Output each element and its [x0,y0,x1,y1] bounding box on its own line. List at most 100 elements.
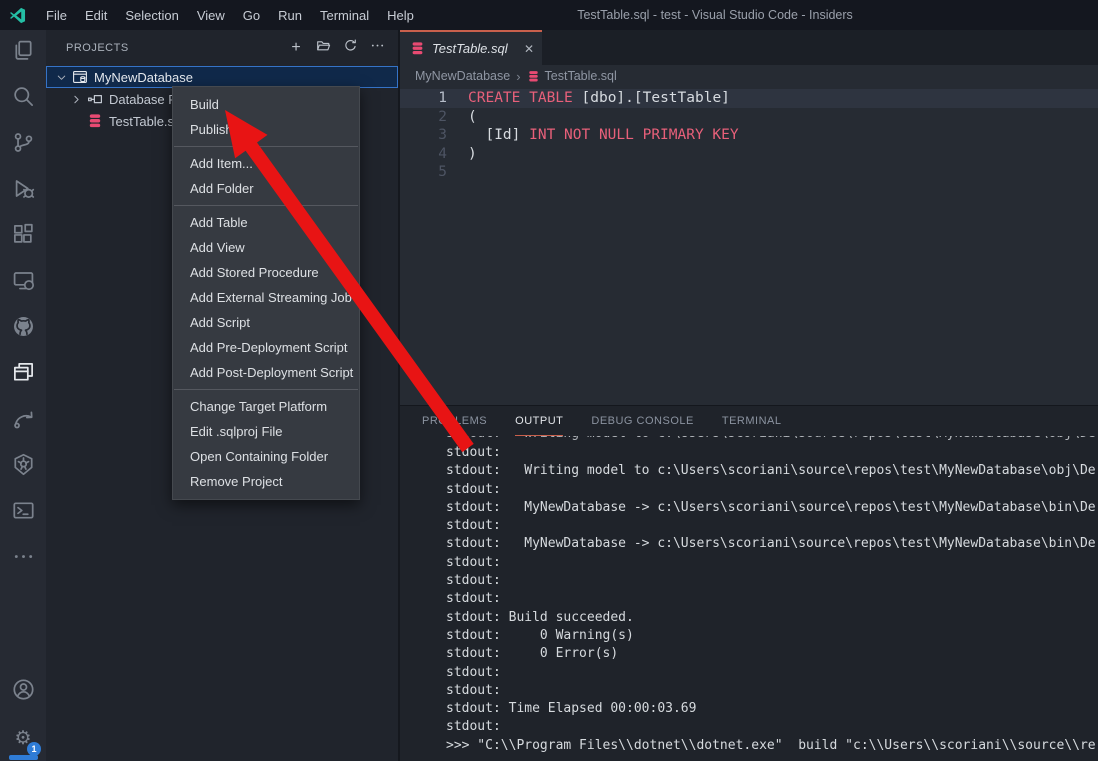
output-line: stdout: MyNewDatabase -> c:\Users\scoria… [446,535,1098,553]
chevron-right-icon[interactable] [68,93,84,106]
activity-connections[interactable] [0,398,46,444]
refresh-button[interactable] [339,37,361,59]
menu-bar: FileEditSelectionViewGoRunTerminalHelp [37,0,423,30]
breadcrumb-item-2[interactable]: TestTable.sql [527,69,617,83]
context-menu-separator [174,205,358,206]
menubar-item-go[interactable]: Go [234,0,269,30]
menubar-item-terminal[interactable]: Terminal [311,0,378,30]
context-menu-item-open-containing-folder[interactable]: Open Containing Folder [173,444,359,469]
context-menu-item-publish[interactable]: Publish [173,117,359,142]
activity-database-projects[interactable] [0,352,46,398]
output-line: stdout: [446,481,1098,499]
context-menu-item-add-folder[interactable]: Add Folder [173,176,359,201]
output-line: stdout: Build succeeded. [446,609,1098,627]
code-token: ( [468,108,477,127]
settings-badge: 1 [27,742,41,756]
context-menu-item-edit-sqlproj-file[interactable]: Edit .sqlproj File [173,419,359,444]
output-line: stdout: [446,664,1098,682]
more-actions-button[interactable] [366,37,388,59]
breadcrumb-item-1[interactable]: MyNewDatabase [415,69,510,83]
output-line: stdout: 0 Error(s) [446,645,1098,663]
output-line: stdout: [446,572,1098,590]
bottom-panel: PROBLEMS OUTPUT DEBUG CONSOLE TERMINAL stdo… [400,405,1098,761]
output-line: stdout: [446,554,1098,572]
activity-additional-views[interactable] [0,536,46,582]
breadcrumb-label: TestTable.sql [545,69,617,83]
project-icon [71,69,88,85]
code-line-1: 1CREATE TABLE [dbo].[TestTable] [400,89,1098,108]
code-token: ) [468,145,477,164]
panel-tab-terminal[interactable]: TERMINAL [722,406,782,436]
output-line: >>> "C:\\Program Files\\dotnet\\dotnet.e… [446,737,1098,755]
context-menu-item-add-item[interactable]: Add Item... [173,151,359,176]
activity-search[interactable] [0,76,46,122]
context-menu-item-change-target-platform[interactable]: Change Target Platform [173,394,359,419]
context-menu-item-add-view[interactable]: Add View [173,235,359,260]
activity-github[interactable] [0,306,46,352]
menubar-item-help[interactable]: Help [378,0,423,30]
output-line: stdout: [446,682,1098,700]
activity-source-control[interactable] [0,122,46,168]
powershell-icon [12,499,35,527]
output-clipped-text: stdout: Writing model to c:\Users\scoria… [446,436,1098,443]
github-icon [12,315,35,343]
open-project-button[interactable] [312,37,334,59]
context-menu-item-remove-project[interactable]: Remove Project [173,469,359,494]
activity-run-and-debug[interactable] [0,168,46,214]
context-menu-item-add-external-streaming-job[interactable]: Add External Streaming Job [173,285,359,310]
source-control-icon [12,131,35,159]
project-context-menu: BuildPublish Add Item...Add Folder Add Tab… [172,86,360,500]
extensions-icon [12,223,35,251]
activity-explorer[interactable] [0,30,46,76]
code-editor[interactable]: 1CREATE TABLE [dbo].[TestTable]2(3 [Id] … [400,87,1098,405]
sidebar-header: PROJECTS + [46,30,398,66]
vscode-insiders-logo-icon [9,7,26,24]
code-token: CREATE TABLE [468,89,582,108]
menubar-item-file[interactable]: File [37,0,76,30]
tab-bar: TestTable.sql ✕ [400,30,1098,65]
menubar-item-selection[interactable]: Selection [116,0,187,30]
panel-tab-problems[interactable]: PROBLEMS [422,406,487,436]
ellipsis-icon [12,545,35,573]
activity-accounts[interactable] [0,669,46,715]
menubar-item-view[interactable]: View [188,0,234,30]
database-icon [410,41,425,56]
remote-explorer-icon [12,269,35,297]
breadcrumb-separator-icon: › [516,69,520,84]
chevron-down-icon[interactable] [53,71,69,84]
panel-tab-output[interactable]: OUTPUT [515,406,563,436]
tree-item-mynewdatabase[interactable]: MyNewDatabase [46,66,398,88]
folder-open-icon [316,38,331,58]
activity-extensions[interactable] [0,214,46,260]
context-menu-item-add-post-deployment-script[interactable]: Add Post-Deployment Script [173,360,359,385]
line-number: 2 [400,108,468,127]
reference-icon [86,91,103,107]
files-icon [12,39,35,67]
panel-tabs: PROBLEMS OUTPUT DEBUG CONSOLE TERMINAL [400,406,1098,436]
tab-testtable-sql[interactable]: TestTable.sql ✕ [400,30,542,65]
add-project-button[interactable]: + [285,37,307,59]
output-line: stdout: Writing model to c:\Users\scoria… [446,462,1098,480]
context-menu-item-add-pre-deployment-script[interactable]: Add Pre-Deployment Script [173,335,359,360]
refresh-icon [343,38,358,58]
output-line: stdout: 0 Warning(s) [446,627,1098,645]
panel-tab-debug-console[interactable]: DEBUG CONSOLE [591,406,693,436]
context-menu-item-add-table[interactable]: Add Table [173,210,359,235]
activity-bar: ⚙1 [0,30,46,761]
workbench: ⚙1 PROJECTS + MyNewDatabaseDatabase Refe… [0,30,1098,761]
context-menu-item-add-stored-procedure[interactable]: Add Stored Procedure [173,260,359,285]
activity-powershell[interactable] [0,490,46,536]
debug-icon [12,177,35,205]
menubar-item-edit[interactable]: Edit [76,0,116,30]
activity-remote-explorer[interactable] [0,260,46,306]
activity-kubernetes[interactable] [0,444,46,490]
connections-icon [12,407,35,435]
menubar-item-run[interactable]: Run [269,0,311,30]
code-line-2: 2( [400,108,1098,127]
close-icon[interactable]: ✕ [524,42,534,56]
context-menu-item-add-script[interactable]: Add Script [173,310,359,335]
output-console[interactable]: stdout: Writing model to c:\Users\scoria… [400,436,1098,761]
search-icon [12,85,35,113]
plus-icon: + [291,40,300,56]
context-menu-item-build[interactable]: Build [173,92,359,117]
